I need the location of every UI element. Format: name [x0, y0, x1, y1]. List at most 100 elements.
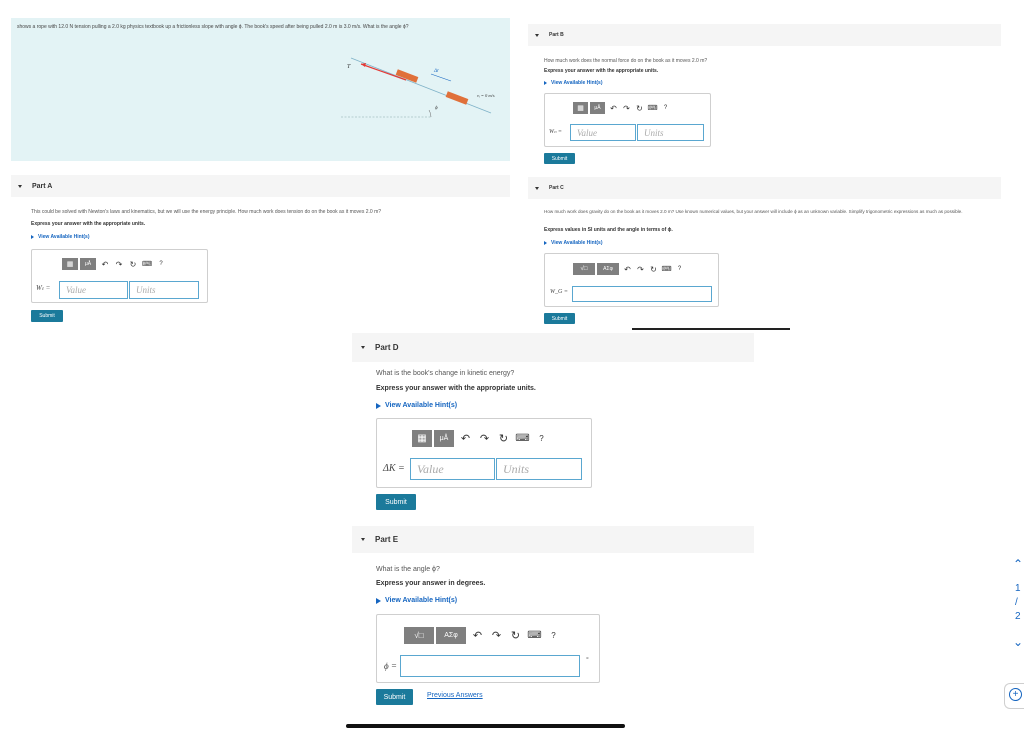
- templates-icon[interactable]: ▦: [62, 258, 78, 270]
- part-b-header[interactable]: Part B: [528, 24, 1001, 46]
- displacement-label: Δr⃗: [434, 69, 443, 74]
- page-total: 2: [1015, 611, 1021, 622]
- part-e-angle-input[interactable]: [400, 655, 580, 677]
- redo-icon[interactable]: ↷: [475, 432, 494, 445]
- units-button[interactable]: μÅ: [80, 258, 96, 270]
- part-c-header[interactable]: Part C: [528, 177, 1001, 199]
- part-a-toolbar: ▦ μÅ ↶ ↷ ↻ ⌨ ?: [62, 258, 168, 270]
- keyboard-icon[interactable]: ⌨: [140, 260, 154, 268]
- keyboard-icon[interactable]: ⌨: [525, 630, 544, 641]
- part-e-toolbar: √□ ΑΣφ ↶ ↷ ↻ ⌨ ?: [404, 627, 563, 644]
- part-c-variable: W_G =: [550, 289, 568, 295]
- help-icon[interactable]: ?: [673, 266, 686, 272]
- part-a-value-input[interactable]: Value: [59, 281, 128, 299]
- units-button[interactable]: μÅ: [590, 102, 605, 114]
- undo-icon[interactable]: ↶: [456, 432, 475, 445]
- part-e-hint-link[interactable]: View Available Hint(s): [376, 597, 457, 604]
- redo-icon[interactable]: ↷: [620, 104, 633, 113]
- greek-symbols-button[interactable]: ΑΣφ: [436, 627, 466, 644]
- part-d-units-input[interactable]: Units: [496, 458, 582, 480]
- part-c-instruction: Express values in SI units and the angle…: [544, 227, 673, 233]
- units-button[interactable]: μÅ: [434, 430, 454, 447]
- initial-velocity-label: vᵢ = 0 m/s: [477, 93, 495, 98]
- part-b-submit-button[interactable]: Submit: [544, 153, 575, 164]
- reset-icon[interactable]: ↻: [126, 260, 140, 269]
- greek-symbols-button[interactable]: ΑΣφ: [597, 263, 619, 275]
- book-upper: [395, 69, 419, 83]
- book-lower: [445, 91, 469, 105]
- collapse-caret-icon: [361, 538, 365, 541]
- hint-expand-icon: [31, 235, 34, 239]
- part-e-title: Part E: [375, 535, 399, 544]
- previous-answers-link[interactable]: Previous Answers: [427, 692, 483, 699]
- zoom-in-icon[interactable]: +: [1009, 688, 1022, 701]
- part-e-submit-button[interactable]: Submit: [376, 689, 413, 705]
- part-c-hint-link[interactable]: View Available Hint(s): [544, 240, 603, 246]
- part-d-value-input[interactable]: Value: [410, 458, 495, 480]
- degree-unit: °: [586, 657, 589, 664]
- sqrt-button[interactable]: √□: [404, 627, 434, 644]
- reset-icon[interactable]: ↻: [494, 432, 513, 445]
- part-a-variable: Wₜ =: [36, 284, 51, 292]
- part-a-hint-link[interactable]: View Available Hint(s): [31, 234, 90, 240]
- keyboard-icon[interactable]: ⌨: [646, 104, 659, 112]
- part-d-hint-link[interactable]: View Available Hint(s): [376, 402, 457, 409]
- part-a-title: Part A: [32, 182, 53, 190]
- part-e-question: What is the angle ϕ?: [376, 566, 440, 573]
- help-icon[interactable]: ?: [544, 631, 563, 640]
- help-icon[interactable]: ?: [154, 261, 168, 267]
- undo-icon[interactable]: ↶: [621, 265, 634, 274]
- templates-icon[interactable]: ▦: [573, 102, 588, 114]
- collapse-caret-icon: [535, 33, 539, 37]
- part-d-submit-button[interactable]: Submit: [376, 494, 416, 510]
- slope-figure: [341, 57, 492, 118]
- help-icon[interactable]: ?: [532, 434, 551, 443]
- help-icon[interactable]: ?: [659, 105, 672, 111]
- sqrt-button[interactable]: √□: [573, 263, 595, 275]
- part-a-header[interactable]: Part A: [11, 175, 510, 197]
- displacement-arrow: [430, 73, 452, 82]
- part-b-units-input[interactable]: Units: [637, 124, 704, 141]
- redo-icon[interactable]: ↷: [487, 629, 506, 642]
- reset-icon[interactable]: ↻: [633, 104, 646, 113]
- part-c-toolbar: √□ ΑΣφ ↶ ↷ ↻ ⌨ ?: [573, 263, 686, 275]
- keyboard-icon[interactable]: ⌨: [660, 265, 673, 273]
- part-d-header[interactable]: Part D: [352, 333, 754, 362]
- part-c-submit-button[interactable]: Submit: [544, 313, 575, 324]
- part-c-title: Part C: [549, 185, 564, 191]
- zoom-panel: +: [1004, 683, 1024, 709]
- undo-icon[interactable]: ↶: [98, 260, 112, 269]
- problem-panel: shows a rope with 12.0 N tension pulling…: [11, 18, 510, 161]
- part-b-instruction: Express your answer with the appropriate…: [544, 68, 659, 74]
- part-d-title: Part D: [375, 343, 399, 352]
- part-e-header[interactable]: Part E: [352, 526, 754, 553]
- redo-icon[interactable]: ↷: [634, 265, 647, 274]
- part-b-value-input[interactable]: Value: [570, 124, 636, 141]
- part-b-variable: Wₙ =: [549, 129, 562, 135]
- part-a-units-input[interactable]: Units: [129, 281, 199, 299]
- part-b-hint-link[interactable]: View Available Hint(s): [544, 80, 603, 86]
- chevron-down-icon[interactable]: ⌄: [1013, 635, 1023, 649]
- reset-icon[interactable]: ↻: [506, 629, 525, 642]
- keyboard-icon[interactable]: ⌨: [513, 433, 532, 444]
- page-separator: /: [1015, 597, 1018, 608]
- collapse-caret-icon: [535, 186, 539, 190]
- part-a-submit-button[interactable]: Submit: [31, 310, 63, 322]
- templates-icon[interactable]: ▦: [412, 430, 432, 447]
- part-b-question: How much work does the normal force do o…: [544, 58, 708, 64]
- chevron-up-icon[interactable]: ⌃: [1013, 557, 1023, 571]
- hint-expand-icon: [544, 81, 547, 85]
- part-d-variable: ΔK =: [383, 463, 405, 474]
- part-e-variable: ϕ =: [384, 661, 397, 671]
- undo-icon[interactable]: ↶: [468, 629, 487, 642]
- undo-icon[interactable]: ↶: [607, 104, 620, 113]
- reset-icon[interactable]: ↻: [647, 265, 660, 274]
- part-c-expression-input[interactable]: [572, 286, 712, 302]
- collapse-caret-icon: [18, 184, 22, 188]
- hint-expand-icon: [376, 597, 381, 604]
- scroll-indicator-bar: [632, 328, 790, 330]
- angle-arc: [428, 109, 432, 118]
- part-e-answer-box: √□ ΑΣφ ↶ ↷ ↻ ⌨ ? ϕ = °: [376, 614, 600, 683]
- home-indicator: [346, 724, 625, 728]
- redo-icon[interactable]: ↷: [112, 260, 126, 269]
